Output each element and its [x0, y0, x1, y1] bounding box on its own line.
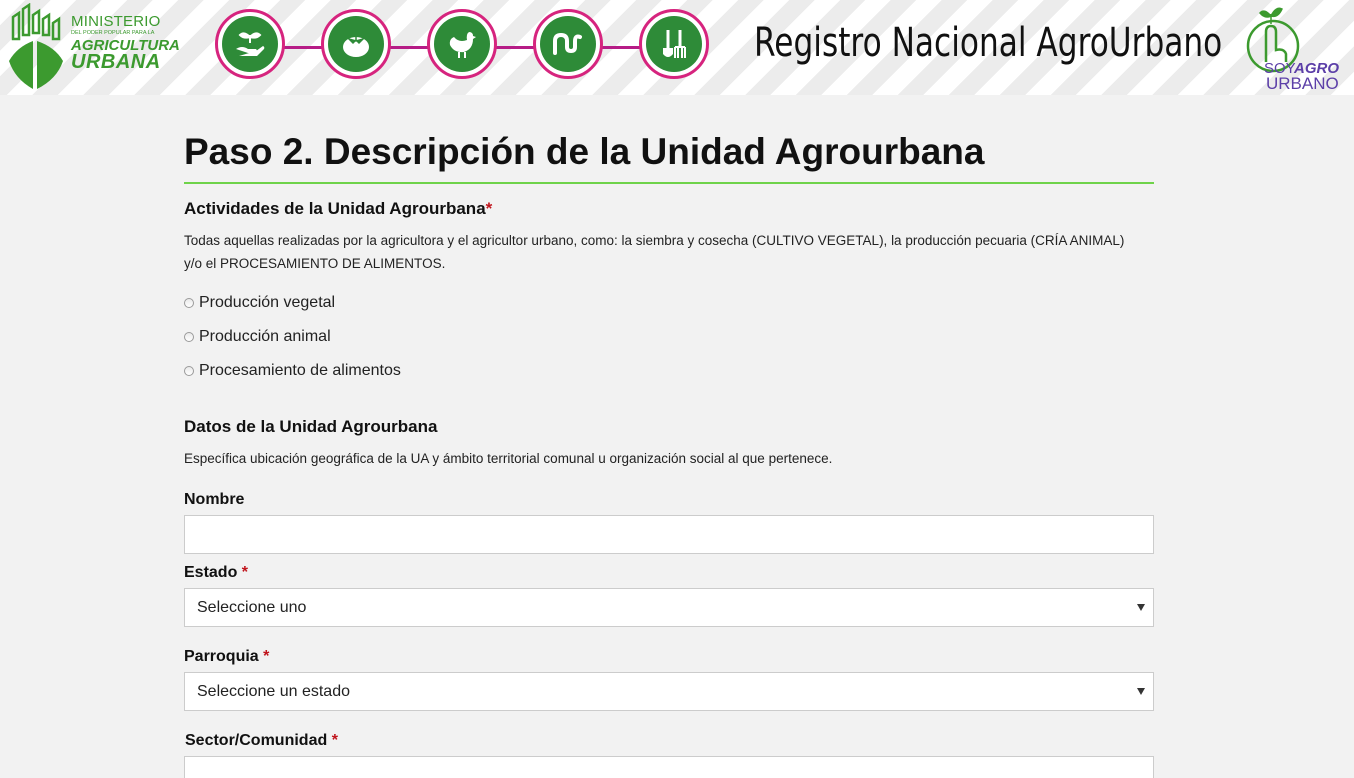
parroquia-select-value: Seleccione un estado	[197, 682, 350, 700]
radio-label: Producción animal	[199, 328, 331, 345]
required-asterisk: *	[241, 564, 249, 581]
estado-label-text: Estado	[184, 564, 238, 581]
ministry-logo-line1: MINISTERIO	[71, 13, 161, 30]
step-1	[215, 9, 285, 79]
page-title: Paso 2. Descripción de la Unidad Agrourb…	[184, 131, 985, 172]
required-asterisk: *	[263, 648, 270, 665]
ministry-logo-icon	[9, 3, 63, 89]
radio-produccion-vegetal[interactable]: Producción vegetal	[184, 294, 335, 312]
radio-label: Producción vegetal	[199, 294, 336, 311]
soy-agro-urbano-logo[interactable]: SOY AGRO URBANO	[1238, 4, 1348, 93]
ministry-logo[interactable]: MINISTERIO DEL PODER POPULAR PARA LA AGR…	[5, 3, 180, 91]
step-3	[427, 9, 497, 79]
registry-title: Registro Nacional AgroUrbano	[754, 20, 1223, 66]
radio-label: Procesamiento de alimentos	[199, 362, 401, 379]
radio-procesamiento-alimentos[interactable]: Procesamiento de alimentos	[184, 362, 401, 380]
radio-button[interactable]	[184, 332, 194, 342]
dropdown-arrow-icon	[1137, 688, 1145, 695]
parroquia-label-text: Parroquia	[184, 648, 259, 665]
ministry-logo-line4: URBANA	[71, 51, 161, 73]
site-header: MINISTERIO DEL PODER POPULAR PARA LA AGR…	[0, 0, 1354, 95]
sector-label-text: Sector/Comunidad	[185, 732, 328, 749]
unit-data-section-title: Datos de la Unidad Agrourbana	[184, 417, 438, 436]
estado-select-value: Seleccione uno	[197, 598, 307, 616]
activities-description: Todas aquellas realizadas por la agricul…	[184, 233, 1125, 271]
required-asterisk: *	[485, 199, 493, 218]
hand-plant-icon	[236, 32, 265, 56]
step-2	[321, 9, 391, 79]
estado-label: Estado *	[184, 564, 248, 582]
activities-section-title: Actividades de la Unidad Agrourbana*	[184, 199, 492, 219]
step-5	[639, 9, 709, 79]
title-divider	[184, 182, 1154, 184]
sector-label: Sector/Comunidad *	[185, 732, 338, 750]
tomato-icon	[343, 35, 369, 57]
parroquia-select[interactable]: Seleccione un estado	[184, 672, 1154, 711]
nombre-label: Nombre	[184, 491, 245, 508]
estado-select[interactable]: Seleccione uno	[184, 588, 1154, 627]
step-icons	[215, 9, 712, 85]
nombre-input[interactable]	[184, 515, 1154, 554]
ministry-logo-line2: DEL PODER POPULAR PARA LA	[71, 30, 155, 36]
activities-title-text: Actividades de la Unidad Agrourbana	[184, 199, 486, 218]
sector-input[interactable]	[184, 756, 1154, 778]
required-asterisk: *	[331, 732, 338, 749]
dropdown-arrow-icon	[1137, 604, 1145, 611]
radio-button[interactable]	[184, 298, 194, 308]
unit-data-description: Específica ubicación geográfica de la UA…	[184, 451, 833, 466]
step-4	[533, 9, 603, 79]
garden-tools-icon	[663, 30, 686, 58]
hen-icon	[449, 32, 476, 58]
soy-logo-urbano: URBANO	[1266, 74, 1339, 93]
worm-icon	[553, 32, 582, 55]
radio-produccion-animal[interactable]: Producción animal	[184, 328, 331, 346]
parroquia-label: Parroquia *	[184, 648, 269, 666]
radio-button[interactable]	[184, 366, 194, 376]
